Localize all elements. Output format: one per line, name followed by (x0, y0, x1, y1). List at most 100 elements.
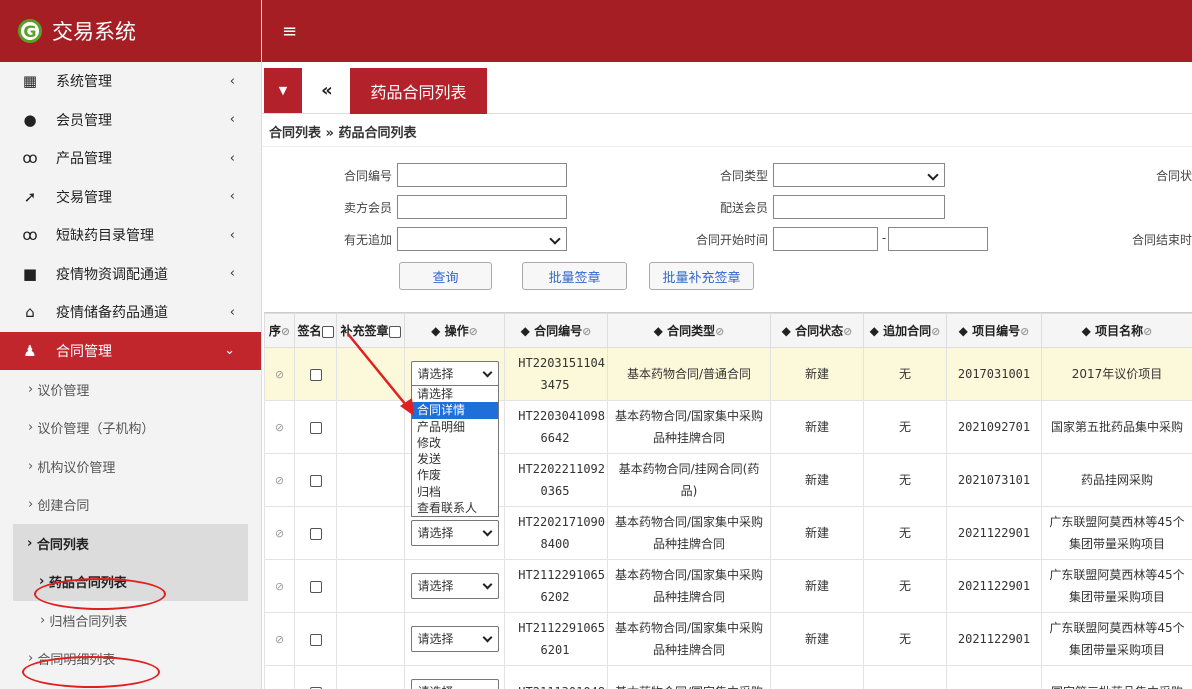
action-select[interactable]: 请选择 (410, 573, 499, 599)
dropdown-option[interactable]: 归档 (412, 484, 498, 500)
tab-scroll-left-button[interactable]: « (307, 68, 347, 113)
tab-drug-contract-list[interactable]: 药品合同列表 (350, 68, 487, 114)
eye-slash-icon[interactable]: ⊘ (275, 580, 284, 593)
tab-dropdown-button[interactable]: ▼ (264, 68, 302, 113)
eye-slash-icon[interactable]: ⊘ (275, 368, 284, 381)
col-additional[interactable]: ◆ 追加合同⊘ (863, 313, 947, 348)
action-select[interactable]: 请选择 (410, 520, 499, 546)
eye-slash-icon[interactable]: ⊘ (843, 325, 852, 338)
seller-input[interactable] (397, 195, 567, 219)
dropdown-option[interactable]: 修改 (412, 435, 498, 451)
eye-slash-icon[interactable]: ⊘ (469, 325, 478, 338)
sidebar-sub-org-bargain[interactable]: › 机构议价管理 (0, 447, 261, 486)
table-row[interactable]: ⊘ 请选择 HT2112291065 6202 基本药物合同/国家集中采购 品种挂牌合同新… (264, 559, 1192, 613)
sidebar-sub-create-contract[interactable]: › 创建合同 (0, 486, 261, 525)
eye-slash-icon[interactable]: ⊘ (582, 325, 591, 338)
contract-no-input[interactable] (397, 163, 567, 187)
eye-slash-icon[interactable]: ⊘ (281, 325, 290, 338)
row-sign[interactable] (294, 665, 337, 689)
row-seq[interactable]: ⊘ (264, 559, 295, 613)
eye-slash-icon[interactable]: ⊘ (1020, 325, 1029, 338)
col-contract-status[interactable]: ◆ 合同状态⊘ (770, 313, 864, 348)
row-seq[interactable]: ⊘ (264, 347, 295, 401)
col-contract-type[interactable]: ◆ 合同类型⊘ (607, 313, 771, 348)
sign-checkbox[interactable] (309, 474, 322, 487)
row-additional: 无 (863, 612, 947, 666)
contract-no-line2: 0365 (540, 484, 570, 498)
row-sign[interactable] (294, 347, 337, 401)
sign-checkbox[interactable] (309, 633, 322, 646)
eye-slash-icon[interactable]: ⊘ (715, 325, 724, 338)
contract-no-line2: 8400 (540, 537, 570, 551)
sign-checkbox[interactable] (309, 421, 322, 434)
has-addition-select[interactable] (397, 227, 567, 251)
action-select[interactable]: 请选择 (410, 361, 499, 387)
table-row[interactable]: ⊘ 请选择 HT2111301048 基本药物合同/国家集中采购 国家第三批药品集中采购 (264, 665, 1192, 689)
sidebar-item-product[interactable]: ꝏ 产品管理 ‹ (0, 139, 261, 178)
eye-slash-icon[interactable]: ⊘ (275, 633, 284, 646)
row-sign[interactable] (294, 612, 337, 666)
dropdown-option[interactable]: 发送 (412, 451, 498, 467)
col-project-no[interactable]: ◆ 项目编号⊘ (946, 313, 1042, 348)
sign-checkbox[interactable] (309, 368, 322, 381)
row-sign[interactable] (294, 506, 337, 560)
row-seq[interactable]: ⊘ (264, 612, 295, 666)
start-time-from-input[interactable] (773, 227, 878, 251)
table-row[interactable]: ⊘ 请选择 HT2112291065 6201 基本药物合同/国家集中采购 品种挂牌合同新… (264, 612, 1192, 666)
eye-slash-icon[interactable]: ⊘ (931, 325, 940, 338)
sidebar-item-contract[interactable]: ♟ 合同管理 ⌄ (0, 331, 261, 370)
dropdown-option[interactable]: 产品明细 (412, 419, 498, 435)
delivery-label: 配送会员 (719, 201, 768, 215)
dropdown-option[interactable]: 查看联系人 (412, 500, 498, 516)
col-contract-no[interactable]: ◆ 合同编号⊘ (504, 313, 608, 348)
row-sign[interactable] (294, 559, 337, 613)
col-project-name[interactable]: ◆ 项目名称⊘ (1041, 313, 1192, 348)
sign-checkbox[interactable] (309, 580, 322, 593)
batch-supplement-sign-button[interactable]: 批量补充签章 (649, 262, 754, 290)
contract-no-line1: HT2202211092 (518, 462, 605, 476)
row-seq[interactable]: ⊘ (264, 665, 295, 689)
sidebar-sub-bargain-child[interactable]: › 议价管理（子机构） (0, 409, 261, 448)
row-additional: 无 (863, 559, 947, 613)
start-time-to-input[interactable] (888, 227, 988, 251)
contract-type-select[interactable] (773, 163, 945, 187)
eye-slash-icon[interactable]: ⊘ (275, 527, 284, 540)
sidebar-item-member[interactable]: ● 会员管理 ‹ (0, 101, 261, 140)
sidebar-item-epidemic-supply[interactable]: ■ 疫情物资调配通道 ‹ (0, 255, 261, 294)
sidebar-item-system[interactable]: ▦ 系统管理 ‹ (0, 62, 261, 101)
sign-checkbox[interactable] (309, 527, 322, 540)
header-label: 序 (268, 324, 281, 338)
sidebar-item-shortage[interactable]: ꝏ 短缺药目录管理 ‹ (0, 216, 261, 255)
select-all-sign-checkbox[interactable] (321, 325, 334, 338)
row-seq[interactable]: ⊘ (264, 400, 295, 454)
action-select[interactable]: 请选择 (410, 626, 499, 652)
sidebar-item-trade[interactable]: ➚ 交易管理 ‹ (0, 178, 261, 217)
delivery-input[interactable] (773, 195, 945, 219)
eye-slash-icon[interactable]: ⊘ (1143, 325, 1152, 338)
chevron-left-icon: ‹ (229, 304, 235, 320)
row-sign[interactable] (294, 400, 337, 454)
sidebar-sub-bargain[interactable]: › 议价管理 (0, 370, 261, 409)
hamburger-menu-icon[interactable]: ≡ (282, 21, 297, 42)
sidebar-sub-contract-list[interactable]: › 合同列表 (13, 524, 248, 563)
app-logo[interactable]: G 交易系统 (0, 0, 261, 62)
eye-slash-icon[interactable]: ⊘ (275, 686, 284, 689)
eye-slash-icon[interactable]: ⊘ (275, 421, 284, 434)
action-select[interactable]: 请选择 (410, 679, 499, 689)
batch-sign-button[interactable]: 批量签章 (522, 262, 627, 290)
dropdown-option[interactable]: 合同详情 (412, 402, 498, 419)
row-seq[interactable]: ⊘ (264, 453, 295, 507)
dropdown-option[interactable]: 请选择 (412, 386, 498, 402)
row-contract-no: HT2202171090 8400 (504, 506, 608, 560)
eye-slash-icon[interactable]: ⊘ (275, 474, 284, 487)
table-row[interactable]: ⊘ 请选择 HT2202171090 8400 基本药物合同/国家集中采购 品种挂牌合同新… (264, 506, 1192, 560)
query-button[interactable]: 查询 (399, 262, 492, 290)
row-seq[interactable]: ⊘ (264, 506, 295, 560)
table-row[interactable]: ⊘请选择HT22022110920365基本药物合同/挂网合同(药品)新建无20… (264, 453, 1192, 507)
sub-label: 合同列表 (36, 537, 89, 553)
row-sign[interactable] (294, 453, 337, 507)
col-sign[interactable]: 签名 (294, 313, 337, 348)
col-seq[interactable]: 序⊘ (264, 313, 295, 348)
sidebar-item-epidemic-reserve[interactable]: ⌂ 疫情储备药品通道 ‹ (0, 293, 261, 332)
dropdown-option[interactable]: 作废 (412, 467, 498, 483)
